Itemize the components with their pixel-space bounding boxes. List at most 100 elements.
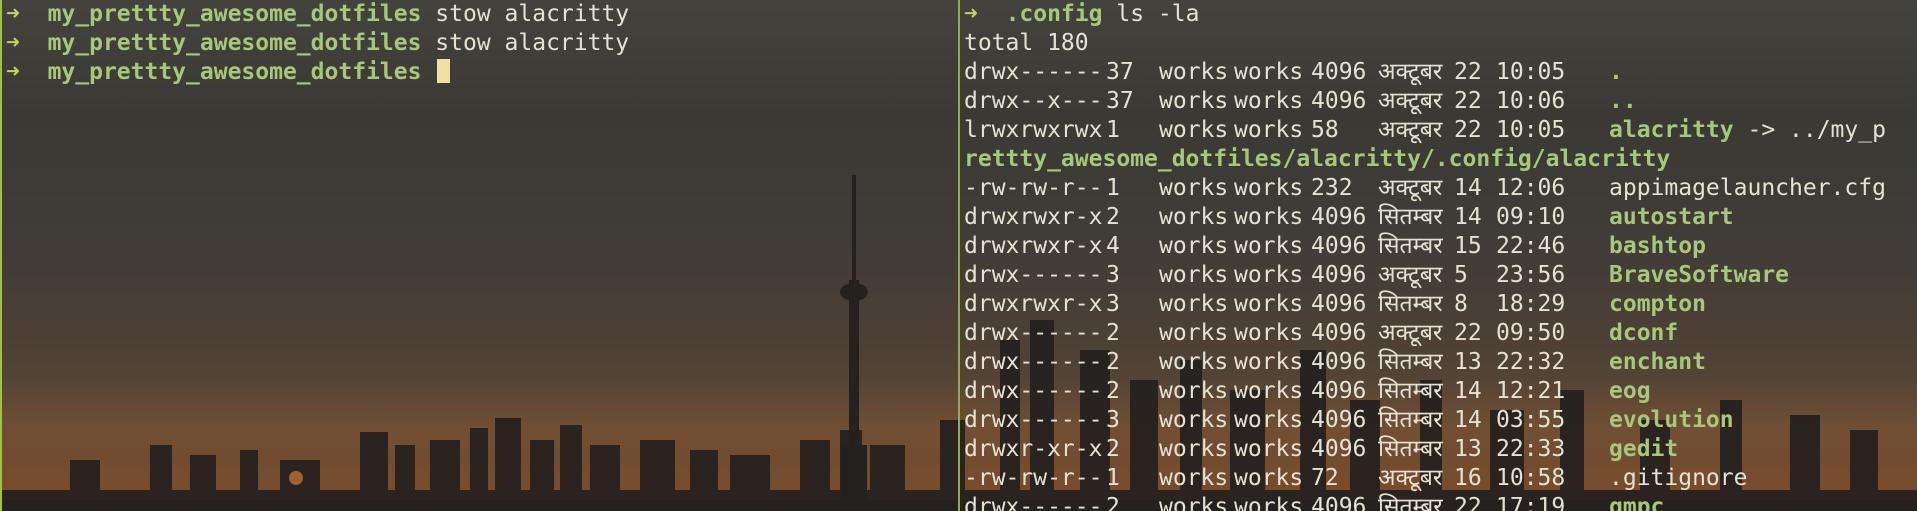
file-permissions: -rw-rw-r-- — [964, 465, 1103, 491]
file-month: सितम्बर — [1378, 233, 1443, 259]
file-group: works — [1234, 378, 1304, 404]
file-time: 18:29 — [1496, 291, 1566, 317]
file-permissions: drwxr-xr-x — [964, 436, 1103, 462]
file-month: अक्टूबर — [1378, 59, 1443, 85]
file-size: 4096 — [1311, 88, 1367, 114]
file-month: सितम्बर — [1378, 291, 1443, 317]
prompt-directory: my_prettty_awesome_dotfiles — [47, 30, 422, 56]
file-name[interactable]: BraveSoftware — [1609, 261, 1789, 290]
file-group: works — [1234, 204, 1304, 230]
file-name[interactable]: gedit — [1609, 435, 1678, 464]
file-time: 23:56 — [1496, 262, 1566, 288]
file-name[interactable]: dconf — [1609, 319, 1678, 348]
file-name[interactable]: autostart — [1609, 203, 1734, 232]
file-size: 4096 — [1311, 204, 1367, 230]
file-owner: works — [1159, 59, 1229, 85]
file-name[interactable]: enchant — [1609, 348, 1706, 377]
file-owner: works — [1159, 465, 1229, 491]
ls-entry-row: lrwxrwxrwx 1 works works 58 अक्टूबर 22 10:05 ala… — [964, 116, 1917, 145]
ls-entry-row: drwxrwxr-x 2 works works 4096 सितम्बर 14 09:10 a… — [964, 203, 1917, 232]
file-name[interactable]: appimagelauncher.cfg — [1609, 174, 1886, 203]
file-time: 10:58 — [1496, 465, 1566, 491]
file-size: 72 — [1311, 465, 1339, 491]
link-count: 4 — [1106, 233, 1120, 259]
file-group: works — [1234, 233, 1304, 259]
file-time: 22:32 — [1496, 349, 1566, 375]
file-month: अक्टूबर — [1378, 175, 1443, 201]
file-owner: works — [1159, 291, 1229, 317]
file-month: सितम्बर — [1378, 407, 1443, 433]
file-size: 4096 — [1311, 320, 1367, 346]
file-month: अक्टूबर — [1378, 262, 1443, 288]
file-name[interactable]: bashtop — [1609, 232, 1706, 261]
file-name[interactable]: evolution — [1609, 406, 1734, 435]
file-owner: works — [1159, 233, 1229, 259]
file-size: 232 — [1311, 175, 1353, 201]
ls-total-line: total 180 — [964, 30, 1089, 56]
file-name[interactable]: .gitignore — [1609, 464, 1747, 493]
ls-entry-row: drwxrwxr-x 3 works works 4096 सितम्बर 8 18:29 co… — [964, 290, 1917, 319]
link-count: 2 — [1106, 320, 1120, 346]
file-time: 22:33 — [1496, 436, 1566, 462]
file-size: 4096 — [1311, 233, 1367, 259]
file-name[interactable]: compton — [1609, 290, 1706, 319]
file-name[interactable]: . — [1609, 58, 1623, 87]
left-terminal-pane[interactable]: ➜ my_prettty_awesome_dotfiles stow alacr… — [0, 0, 958, 511]
link-count: 37 — [1106, 88, 1134, 114]
text-cursor — [437, 59, 451, 83]
link-count: 1 — [1106, 117, 1120, 143]
file-group: works — [1234, 407, 1304, 433]
file-group: works — [1234, 88, 1304, 114]
file-name[interactable]: eog — [1609, 377, 1651, 406]
file-time: 12:21 — [1496, 378, 1566, 404]
file-size: 58 — [1311, 117, 1339, 143]
file-month: सितम्बर — [1378, 204, 1443, 230]
file-group: works — [1234, 262, 1304, 288]
file-day: 22 — [1454, 117, 1482, 143]
file-name[interactable]: alacritty -> ../my_p — [1609, 116, 1886, 145]
file-name[interactable]: gmpc — [1609, 493, 1664, 511]
prompt-arrow-icon: ➜ — [6, 1, 20, 27]
file-day: 13 — [1454, 436, 1482, 462]
file-day: 22 — [1454, 320, 1482, 346]
right-terminal-pane[interactable]: ➜ .config ls -la total 180 drwx------ 37 w… — [958, 0, 1917, 511]
command-text: stow alacritty — [435, 30, 630, 56]
file-permissions: drwx--x--- — [964, 88, 1103, 114]
terminal-line: ➜ .config ls -la — [964, 0, 1199, 29]
file-day: 8 — [1454, 291, 1468, 317]
file-size: 4096 — [1311, 378, 1367, 404]
ls-entry-row: drwx------ 2 works works 4096 सितम्बर 22 17:19 g… — [964, 493, 1917, 511]
file-group: works — [1234, 117, 1304, 143]
file-permissions: drwxrwxr-x — [964, 291, 1103, 317]
file-time: 03:55 — [1496, 407, 1566, 433]
file-month: सितम्बर — [1378, 436, 1443, 462]
terminal-line-active[interactable]: ➜ my_prettty_awesome_dotfiles — [6, 58, 451, 87]
file-day: 14 — [1454, 175, 1482, 201]
file-day: 22 — [1454, 88, 1482, 114]
file-group: works — [1234, 291, 1304, 317]
link-count: 2 — [1106, 349, 1120, 375]
file-month: सितम्बर — [1378, 378, 1443, 404]
file-owner: works — [1159, 262, 1229, 288]
file-size: 4096 — [1311, 262, 1367, 288]
ls-entry-row: -rw-rw-r-- 1 works works 72 अक्टूबर 16 10:58 .gi… — [964, 464, 1917, 493]
link-count: 2 — [1106, 494, 1120, 511]
prompt-arrow-icon: ➜ — [964, 1, 978, 27]
file-day: 22 — [1454, 494, 1482, 511]
link-count: 2 — [1106, 204, 1120, 230]
link-count: 3 — [1106, 262, 1120, 288]
file-month: अक्टूबर — [1378, 465, 1443, 491]
ls-entry-row: drwx------ 2 works works 4096 अक्टूबर 22 09:50 d… — [964, 319, 1917, 348]
file-size: 4096 — [1311, 349, 1367, 375]
file-time: 12:06 — [1496, 175, 1566, 201]
file-size: 4096 — [1311, 494, 1367, 511]
command-text: ls -la — [1116, 1, 1200, 27]
file-permissions: drwx------ — [964, 407, 1103, 433]
file-permissions: drwx------ — [964, 378, 1103, 404]
file-owner: works — [1159, 88, 1229, 114]
file-permissions: drwx------ — [964, 494, 1103, 511]
file-permissions: drwx------ — [964, 262, 1103, 288]
file-size: 4096 — [1311, 59, 1367, 85]
file-name[interactable]: .. — [1609, 87, 1637, 116]
file-permissions: drwx------ — [964, 320, 1103, 346]
